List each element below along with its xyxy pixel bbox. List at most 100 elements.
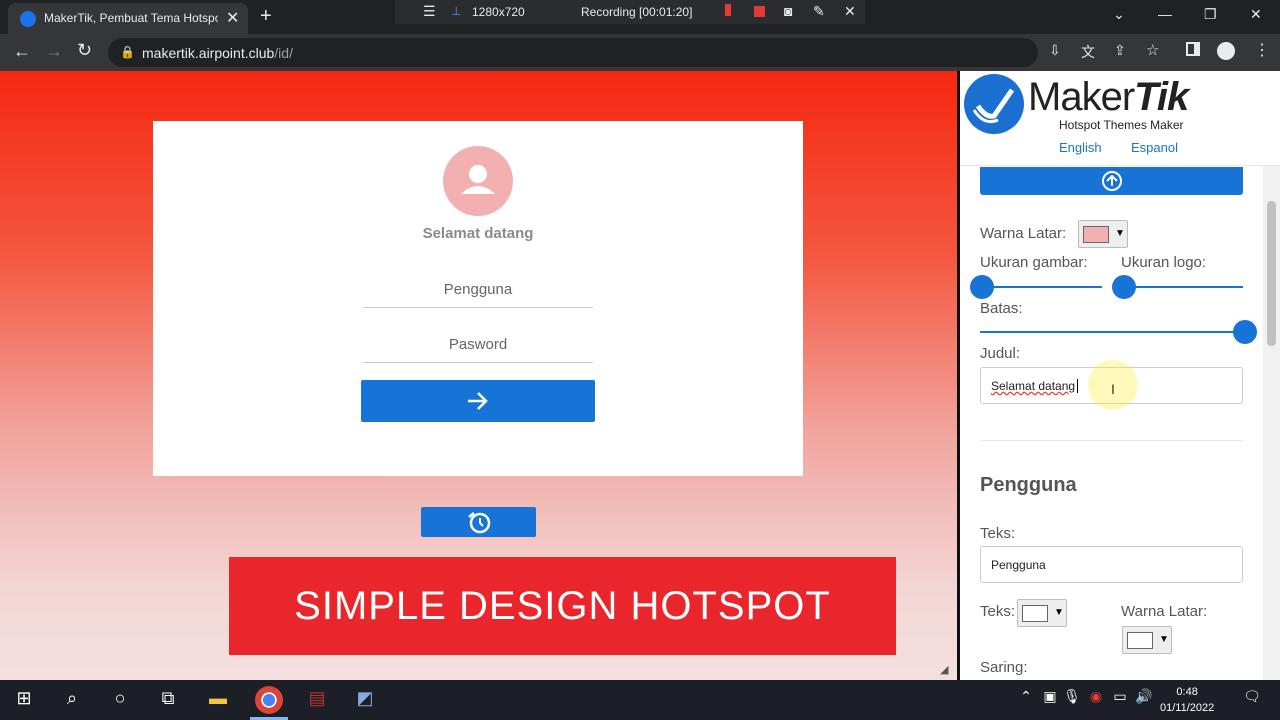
login-card: Selamat datang Pengguna Pasword xyxy=(153,121,803,476)
windows-start-icon[interactable]: ⊞ xyxy=(12,688,36,712)
bg-color2-label: Warna Latar: xyxy=(1121,603,1208,620)
winrar-icon[interactable]: ▤ xyxy=(305,688,329,712)
notification-icon[interactable]: 🗨 xyxy=(1240,688,1264,712)
logo-subtitle: Hotspot Themes Maker xyxy=(1059,118,1184,132)
text-color-picker[interactable]: ▼ xyxy=(1017,599,1067,627)
share-icon[interactable]: ⇪ xyxy=(1114,42,1126,59)
bg-color2-picker[interactable]: ▼ xyxy=(1122,626,1172,654)
trial-login-button[interactable] xyxy=(421,507,536,537)
cortana-icon[interactable]: ○ xyxy=(108,688,132,712)
panel-header: MakerTik Hotspot Themes Maker English Es… xyxy=(960,71,1280,166)
lang-espanol-link[interactable]: Espanol xyxy=(1131,140,1178,155)
recorder-status: Recording [00:01:20] xyxy=(581,5,693,19)
menu-icon[interactable]: ☰ xyxy=(423,3,436,20)
login-submit-button[interactable] xyxy=(361,380,595,422)
restore-icon[interactable]: ❐ xyxy=(1204,6,1217,23)
chevron-up-icon[interactable]: ⌃ xyxy=(1014,688,1038,712)
logo-size-slider[interactable] xyxy=(1122,286,1243,288)
text-cursor-icon: I xyxy=(1111,381,1115,397)
clock-date: 01/11/2022 xyxy=(1160,702,1215,714)
lang-english-link[interactable]: English xyxy=(1059,140,1102,155)
image-size-slider[interactable] xyxy=(980,286,1102,288)
network-icon[interactable]: ▭ xyxy=(1108,688,1132,712)
password-input[interactable]: Pasword xyxy=(363,327,593,363)
scrollbar-thumb[interactable] xyxy=(1267,201,1276,346)
close-recorder-icon[interactable]: ✕ xyxy=(844,3,856,20)
browser-tab[interactable]: MakerTik, Pembuat Tema Hotspot ✕ xyxy=(8,3,248,34)
pause-icon[interactable] xyxy=(725,4,731,16)
record-icon[interactable]: ◉ xyxy=(1084,688,1108,712)
windows-taskbar: ⊞ ⌕ ○ ⧉ ▬ ▤ ◩ ⌃ ▣ 🎙 ◉ ▭ 🔊 0:48 01/11/202… xyxy=(0,680,1280,720)
makertik-favicon-icon xyxy=(20,11,36,27)
username-input[interactable]: Pengguna xyxy=(363,272,593,308)
reload-icon[interactable]: ↻ xyxy=(77,40,92,61)
url-bar[interactable]: 🔒 makertik.airpoint.club/id/ xyxy=(108,38,1038,67)
url-path: /id/ xyxy=(274,45,293,61)
settings-panel: MakerTik Hotspot Themes Maker English Es… xyxy=(960,71,1280,680)
resize-handle-icon[interactable]: ◢ xyxy=(940,663,948,676)
translate-icon[interactable]: 文 xyxy=(1081,42,1095,62)
makertik-logo-icon xyxy=(964,74,1024,134)
border-slider[interactable] xyxy=(980,331,1245,333)
notepad-icon[interactable]: ◩ xyxy=(353,688,377,712)
image-size-slider-knob[interactable] xyxy=(970,275,994,299)
browser-tab-bar: MakerTik, Pembuat Tema Hotspot ✕ + ☰ ⊥ 1… xyxy=(0,0,1280,34)
upload-button[interactable] xyxy=(980,167,1243,195)
search-icon[interactable]: ⌕ xyxy=(60,688,84,712)
task-view-icon[interactable]: ⧉ xyxy=(156,688,180,712)
pen-icon[interactable]: ✎ xyxy=(813,3,825,20)
pin-icon[interactable]: ⊥ xyxy=(451,4,461,18)
user-avatar-icon xyxy=(443,146,513,216)
close-tab-icon[interactable]: ✕ xyxy=(226,8,239,28)
recorder-resolution: 1280x720 xyxy=(472,5,525,19)
welcome-title: Selamat datang xyxy=(422,225,534,242)
text-color-swatch xyxy=(1022,605,1048,622)
new-tab-button[interactable]: + xyxy=(260,5,272,28)
more-menu-icon[interactable]: ⋮ xyxy=(1254,40,1270,60)
chrome-icon[interactable] xyxy=(255,686,283,714)
address-toolbar: ← → ↻ 🔒 makertik.airpoint.club/id/ ⇩ 文 ⇪… xyxy=(0,34,1280,71)
microphone-icon[interactable]: 🎙 xyxy=(1060,688,1084,712)
bg-color-label: Warna Latar: xyxy=(980,225,1067,242)
forward-icon[interactable]: → xyxy=(45,41,63,62)
title-input-value: Selamat datang xyxy=(991,379,1076,393)
panel-scrollbar[interactable] xyxy=(1263,166,1280,680)
clock-time: 0:48 xyxy=(1176,686,1198,698)
camera-icon[interactable]: ◙ xyxy=(784,3,792,19)
title-label: Judul: xyxy=(980,345,1021,362)
user-text-input[interactable]: Pengguna xyxy=(980,546,1243,583)
stop-icon[interactable] xyxy=(754,6,765,17)
close-window-icon[interactable]: ✕ xyxy=(1250,6,1262,23)
image-size-label: Ukuran gambar: xyxy=(980,254,1088,271)
side-panel-icon[interactable] xyxy=(1186,42,1200,56)
title-banner: SIMPLE DESIGN HOTSPOT xyxy=(229,557,896,655)
logo-size-label: Ukuran logo: xyxy=(1121,254,1207,271)
chevron-down-icon[interactable]: ⌄ xyxy=(1113,6,1125,23)
border-slider-knob[interactable] xyxy=(1233,320,1257,344)
clock-icon xyxy=(468,512,491,534)
section-divider xyxy=(980,440,1243,441)
arrow-right-icon xyxy=(468,392,488,410)
back-icon[interactable]: ← xyxy=(13,41,31,62)
dropdown-arrow-icon: ▼ xyxy=(1159,634,1169,645)
system-clock[interactable]: 0:48 01/11/2022 xyxy=(1160,684,1214,716)
tab-title: MakerTik, Pembuat Tema Hotspot xyxy=(44,11,218,25)
page-content: Selamat datang Pengguna Pasword SIMPLE D… xyxy=(0,71,1280,680)
border-label: Batas: xyxy=(980,300,1023,317)
recorder-toolbar: ☰ ⊥ 1280x720 Recording [00:01:20] ◙ ✎ ✕ xyxy=(395,0,865,24)
bg-color-picker[interactable]: ▼ xyxy=(1078,220,1128,248)
bg-color2-swatch xyxy=(1127,632,1153,649)
logo-size-slider-knob[interactable] xyxy=(1112,275,1136,299)
profile-icon[interactable] xyxy=(1217,42,1235,60)
volume-icon[interactable]: 🔊 xyxy=(1132,688,1156,712)
text-color-label: Teks: xyxy=(980,603,1016,620)
file-explorer-icon[interactable]: ▬ xyxy=(206,688,230,712)
logo-text: MakerTik xyxy=(1028,75,1189,119)
lock-icon[interactable]: 🔒 xyxy=(120,45,135,59)
install-icon[interactable]: ⇩ xyxy=(1049,42,1061,59)
filter-label: Saring: xyxy=(980,659,1028,676)
minimize-icon[interactable]: — xyxy=(1158,6,1172,22)
user-section-title: Pengguna xyxy=(980,474,1077,496)
device-icon[interactable]: ▣ xyxy=(1038,688,1062,712)
bookmark-star-icon[interactable]: ☆ xyxy=(1146,41,1159,59)
